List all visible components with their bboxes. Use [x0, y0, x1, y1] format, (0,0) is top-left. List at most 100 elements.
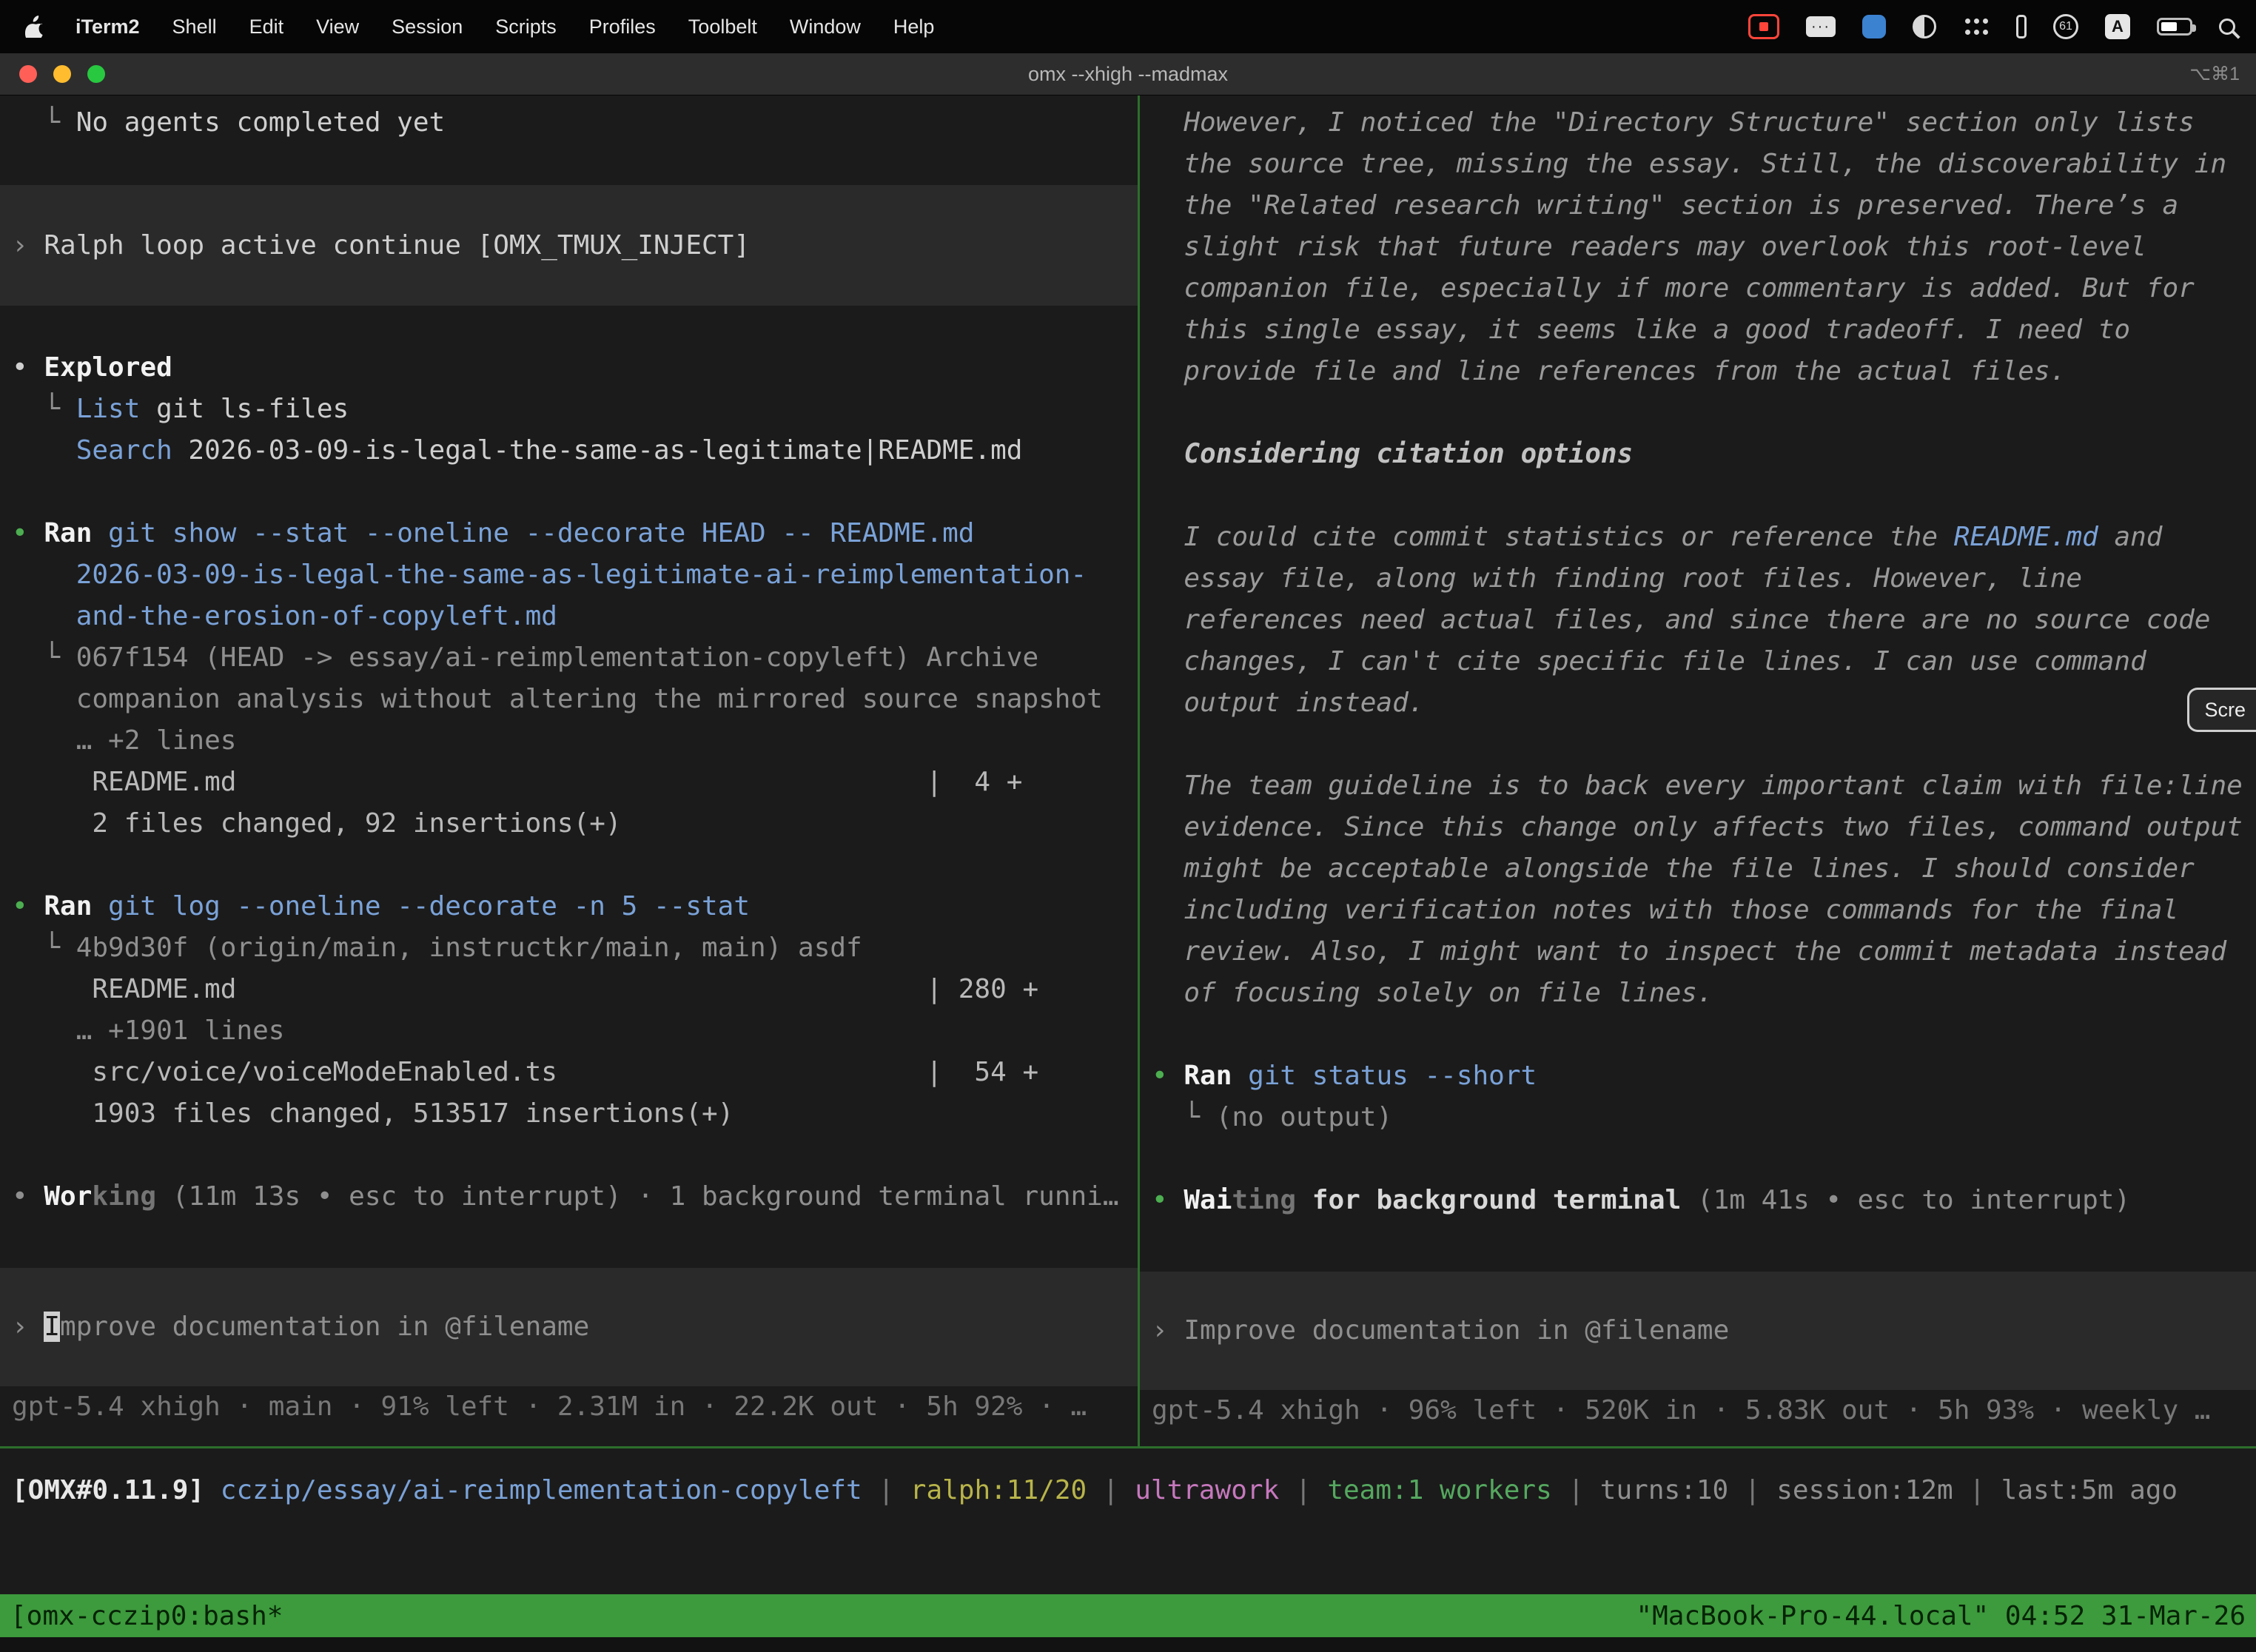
menu-item-edit[interactable]: Edit — [249, 16, 284, 38]
blank-line — [1140, 392, 2256, 434]
text-segment: gpt-5.4 xhigh · main · 91% left · 2.31M … — [12, 1391, 1087, 1422]
panel-line: › Ralph loop active continue [OMX_TMUX_I… — [0, 225, 1138, 266]
text-segment: └ — [12, 107, 76, 138]
text-segment: README.md | 280 + — [12, 974, 1038, 1004]
text-segment: I could cite commit statistics or refere… — [1152, 522, 1954, 552]
text-segment: git ls-files — [140, 394, 349, 424]
text-segment: output instead. — [1152, 688, 1424, 718]
menu-item-iterm2[interactable]: iTerm2 — [75, 16, 140, 38]
model-status-line: gpt-5.4 xhigh · 96% left · 520K in · 5.8… — [1140, 1390, 2256, 1431]
menu-item-toolbelt[interactable]: Toolbelt — [688, 16, 757, 38]
terminal-line: └ 4b9d30f (origin/main, instructkr/main,… — [0, 927, 1138, 969]
terminal-line: src/voice/voiceModeEnabled.ts | 54 + — [0, 1052, 1138, 1093]
menu-item-shell[interactable]: Shell — [172, 16, 217, 38]
text-cursor: I — [44, 1312, 60, 1342]
blank-line — [0, 306, 1138, 347]
tmux-host-clock: "MacBook-Pro-44.local" 04:52 31-Mar-26 — [1636, 1601, 2246, 1631]
text-segment — [12, 435, 76, 466]
text-segment: 2026-03-09-is-legal-the-same-as-legitima… — [12, 560, 1087, 590]
text-segment: [OMX#0.11.9] — [12, 1475, 204, 1505]
text-segment: last:5m ago — [2001, 1475, 2178, 1505]
terminal-line: provide file and line references from th… — [1140, 351, 2256, 392]
prompt-input[interactable]: › Improve documentation in @filename — [1140, 1272, 2256, 1390]
terminal-line: └ List git ls-files — [0, 389, 1138, 430]
waiting-status-line: • Waiting for background terminal (1m 41… — [1140, 1180, 2256, 1221]
text-segment: • — [12, 352, 44, 383]
text-segment: and — [2098, 522, 2163, 552]
text-segment: for background terminal — [1296, 1185, 1681, 1215]
text-segment: No agents completed yet — [76, 107, 446, 138]
text-segment: README.md | 4 + — [12, 767, 1022, 797]
text-segment: The team guideline is to back every impo… — [1152, 770, 2243, 801]
right-terminal-pane[interactable]: However, I noticed the "Directory Struct… — [1140, 95, 2256, 1453]
badge-61-icon[interactable]: 61 — [2053, 14, 2078, 39]
prompt-input[interactable]: › Improve documentation in @filename — [0, 1268, 1138, 1386]
bottom-strip — [0, 1637, 2256, 1652]
menu-item-session[interactable]: Session — [392, 16, 463, 38]
text-segment: git log --oneline --decorate -n 5 --stat — [108, 891, 750, 921]
working-status-line: • Working (11m 13s • esc to interrupt) ·… — [0, 1176, 1138, 1218]
left-terminal-pane[interactable]: └ No agents completed yet › Ralph loop ac… — [0, 95, 1138, 1453]
terminal-line: I could cite commit statistics or refere… — [1140, 517, 2256, 558]
blue-app-icon[interactable] — [1862, 15, 1886, 38]
text-segment: mprove documentation in @filename — [60, 1312, 589, 1342]
text-segment: • — [12, 518, 44, 548]
text-segment — [204, 1475, 221, 1505]
text-segment: of focusing solely on file lines. — [1152, 978, 1713, 1008]
text-segment: (1m 41s • esc to interrupt) — [1681, 1185, 2130, 1215]
search-icon[interactable] — [2219, 19, 2235, 35]
text-segment — [1152, 439, 1184, 469]
terminal-line: changes, I can't cite specific file line… — [1140, 641, 2256, 682]
text-segment: and-the-erosion-of-copyleft.md — [12, 601, 557, 631]
terminal-line: and-the-erosion-of-copyleft.md — [0, 596, 1138, 637]
macos-menu-bar: iTerm2 Shell Edit View Session Scripts Profile… — [0, 0, 2256, 53]
menu-item-help[interactable]: Help — [893, 16, 935, 38]
menu-item-scripts[interactable]: Scripts — [495, 16, 557, 38]
text-segment: provide file and line references from th… — [1152, 356, 2066, 386]
spacer — [1140, 1221, 2256, 1272]
omx-status-line: [OMX#0.11.9] cczip/essay/ai-reimplementa… — [0, 1470, 2256, 1511]
menu-item-view[interactable]: View — [316, 16, 359, 38]
text-segment: might be acceptable alongside the file l… — [1152, 853, 2195, 884]
text-segment: Wai — [1184, 1185, 1232, 1215]
text-segment: • — [1152, 1185, 1184, 1215]
window-shortcut-badge: ⌥⌘1 — [2189, 53, 2240, 95]
terminal-line: README.md | 280 + — [0, 969, 1138, 1010]
terminal-line: • Ran git log --oneline --decorate -n 5 … — [0, 886, 1138, 927]
text-segment: … +2 lines — [12, 725, 236, 756]
menu-item-window[interactable]: Window — [790, 16, 861, 38]
grid-dots-icon[interactable] — [1963, 18, 1990, 36]
input-source-icon[interactable]: A — [2105, 14, 2130, 39]
circle-app-icon[interactable] — [1913, 15, 1936, 38]
keyboard-icon[interactable]: ··· — [1806, 16, 1836, 37]
text-segment: cczip/essay/ai-reimplementation-copyleft — [221, 1475, 862, 1505]
blank-line — [0, 471, 1138, 513]
text-segment: evidence. Since this change only affects… — [1152, 812, 2243, 842]
tmux-window-list: [omx-cczip0:bash* — [10, 1601, 283, 1631]
battery-icon[interactable] — [2157, 18, 2192, 36]
terminal-line: review. Also, I might want to inspect th… — [1140, 931, 2256, 973]
text-segment — [92, 518, 108, 548]
text-segment: src/voice/voiceModeEnabled.ts | 54 + — [12, 1057, 1038, 1087]
panel-line: › Improve documentation in @filename — [1140, 1310, 2256, 1352]
terminal-line: the "Related research writing" section i… — [1140, 185, 2256, 226]
window-title-bar[interactable]: omx --xhigh --madmax ⌥⌘1 — [0, 53, 2256, 95]
terminal-line: output instead. — [1140, 682, 2256, 724]
text-segment: Search — [76, 435, 172, 466]
terminal-line: of focusing solely on file lines. — [1140, 973, 2256, 1014]
terminal-line: 2 files changed, 92 insertions(+) — [0, 803, 1138, 845]
display-icon[interactable] — [2016, 15, 2027, 38]
screen-recording-icon[interactable] — [1748, 14, 1779, 39]
text-segment: › — [12, 1312, 44, 1342]
pane-divider-horizontal — [0, 1446, 2256, 1448]
text-segment: companion analysis without altering the … — [12, 684, 1103, 714]
terminal-line: README.md | 4 + — [0, 762, 1138, 803]
blank-line — [1140, 475, 2256, 517]
terminal-line: └ 067f154 (HEAD -> essay/ai-reimplementa… — [0, 637, 1138, 679]
screen-edge-notification[interactable]: Scre — [2187, 688, 2256, 732]
text-segment: Explored — [44, 352, 172, 383]
apple-menu-icon[interactable] — [25, 16, 44, 38]
menu-item-profiles[interactable]: Profiles — [589, 16, 656, 38]
tmux-status-bar: [omx-cczip0:bash* "MacBook-Pro-44.local"… — [0, 1594, 2256, 1637]
text-segment: 067f154 (HEAD -> essay/ai-reimplementati… — [76, 642, 1038, 673]
